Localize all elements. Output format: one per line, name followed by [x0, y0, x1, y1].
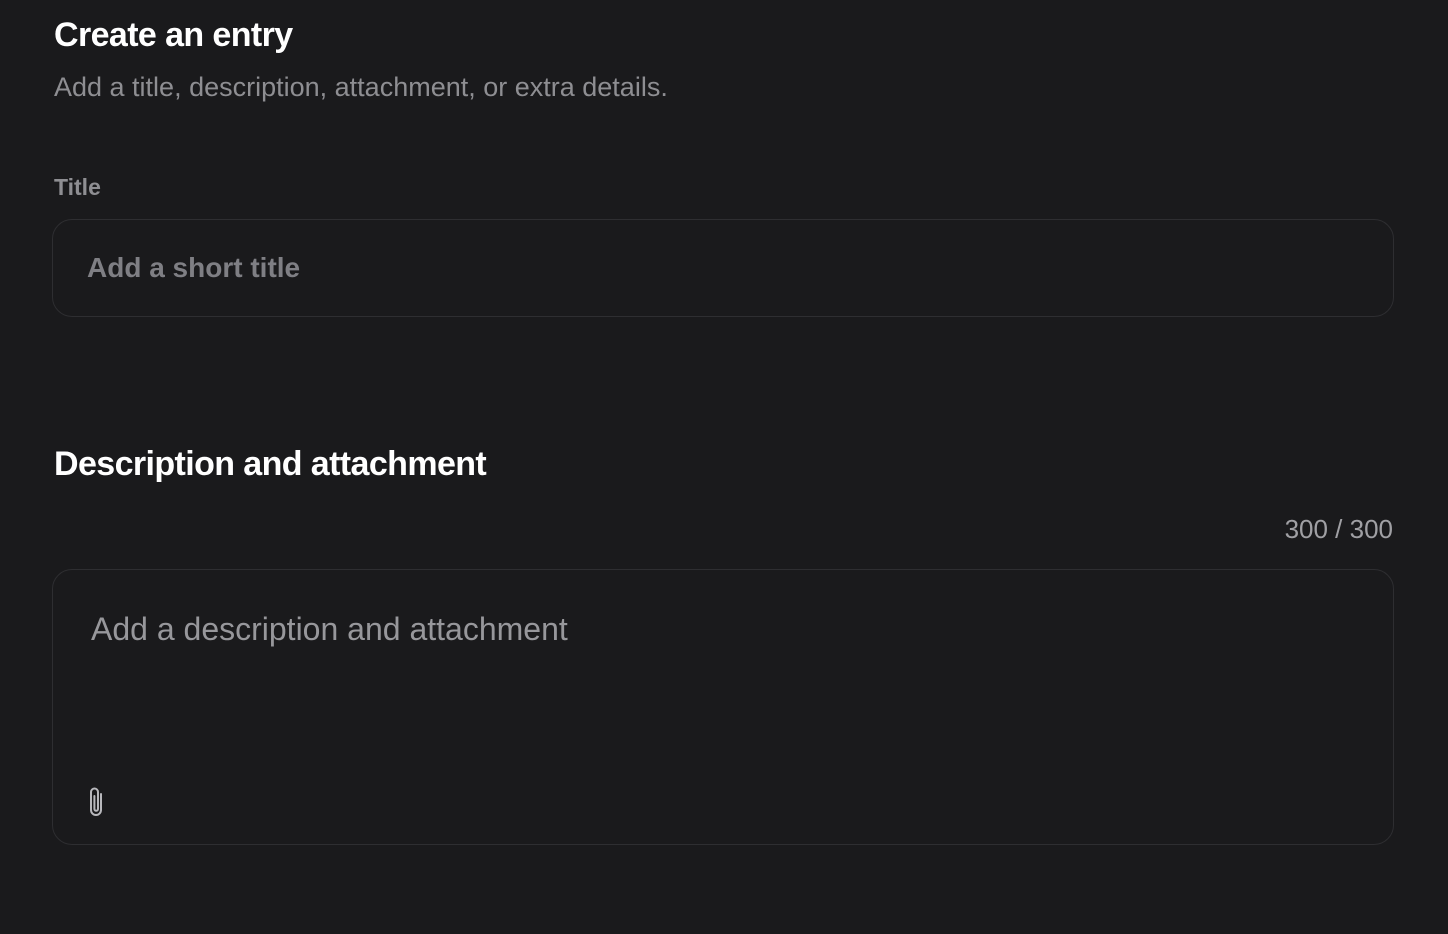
- create-entry-form: Create an entry Add a title, description…: [0, 0, 1448, 934]
- description-textarea[interactable]: [91, 610, 1351, 760]
- title-input[interactable]: [87, 220, 1367, 315]
- page-title: Create an entry: [54, 16, 293, 54]
- paperclip-icon: [90, 787, 102, 816]
- attach-button[interactable]: [79, 780, 113, 824]
- title-label: Title: [54, 174, 101, 200]
- character-counter: 300 / 300: [1284, 514, 1393, 544]
- page-subtitle: Add a title, description, attachment, or…: [54, 72, 668, 102]
- description-heading: Description and attachment: [54, 445, 487, 483]
- description-field-container: [52, 569, 1394, 845]
- title-field-container: [52, 219, 1394, 317]
